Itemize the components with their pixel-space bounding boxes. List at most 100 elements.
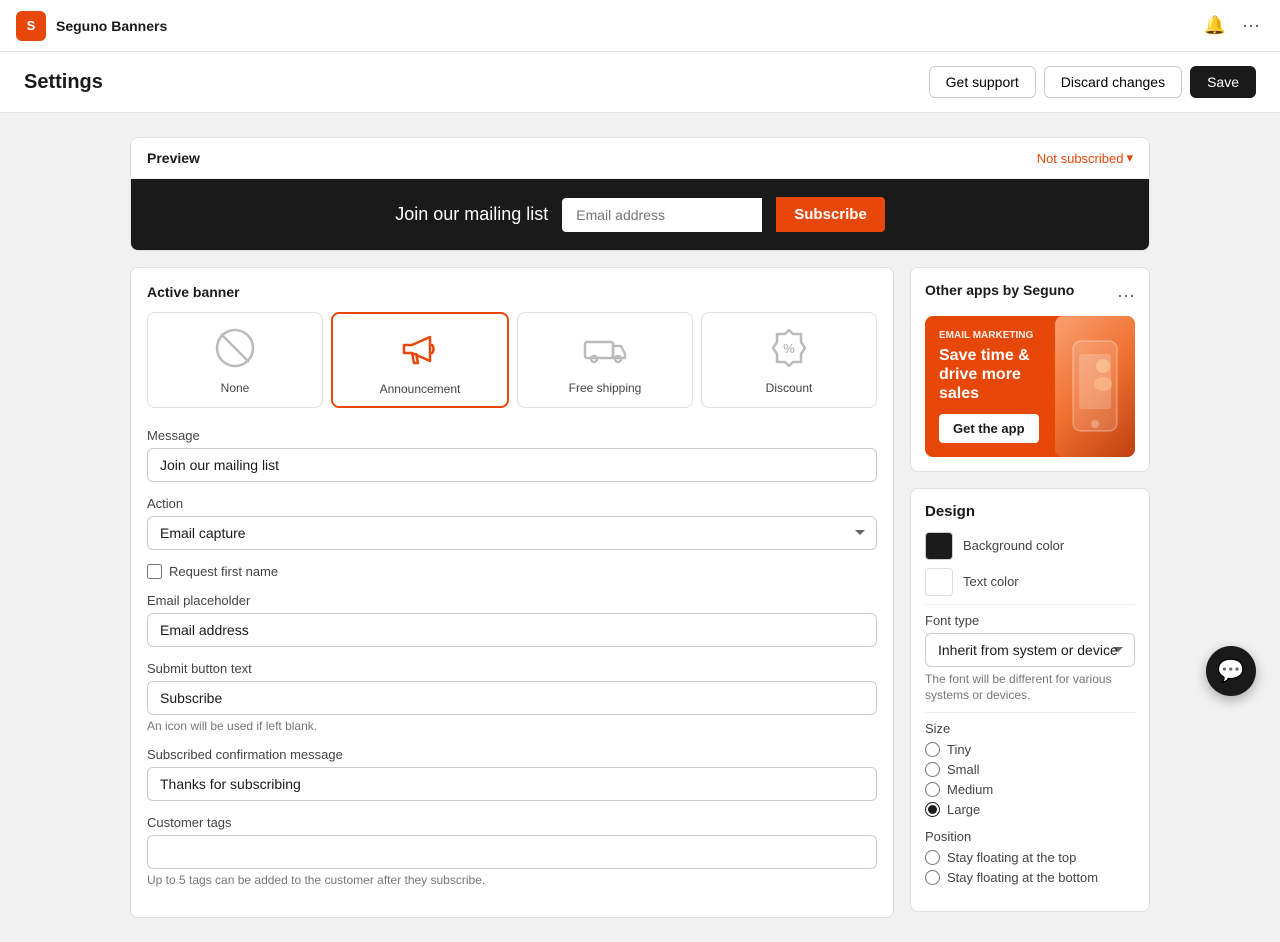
font-hint: The font will be different for various s… <box>925 671 1135 705</box>
design-divider <box>925 604 1135 605</box>
size-large-row: Large <box>925 802 1135 817</box>
header-actions: Get support Discard changes Save <box>929 66 1256 98</box>
customer-tags-label: Customer tags <box>147 815 877 830</box>
text-color-swatch[interactable] <box>925 568 953 596</box>
email-placeholder-label: Email placeholder <box>147 593 877 608</box>
font-type-label: Font type <box>925 613 1135 628</box>
free-shipping-icon <box>575 323 635 373</box>
customer-tags-input[interactable] <box>147 835 877 869</box>
size-medium-radio[interactable] <box>925 782 940 797</box>
message-group: Message <box>147 428 877 482</box>
submit-hint: An icon will be used if left blank. <box>147 719 877 733</box>
main-content: Preview Not subscribed ▾ Join our mailin… <box>0 113 1280 942</box>
size-large-label: Large <box>947 802 980 817</box>
size-medium-label: Medium <box>947 782 993 797</box>
page-title: Settings <box>24 71 103 94</box>
banner-card-discount[interactable]: % Discount <box>701 312 877 408</box>
ad-get-app-button[interactable]: Get the app <box>939 414 1039 443</box>
ad-title: Save time & drive more sales <box>939 346 1054 404</box>
free-shipping-label: Free shipping <box>569 381 642 395</box>
none-label: None <box>221 381 250 395</box>
ad-phone-mockup <box>1055 316 1135 457</box>
banner-card-none[interactable]: None <box>147 312 323 408</box>
banner-subscribe-button[interactable]: Subscribe <box>776 197 885 232</box>
request-first-name-checkbox[interactable] <box>147 564 162 579</box>
background-color-label: Background color <box>963 538 1064 553</box>
app-name: Seguno Banners <box>56 18 167 34</box>
position-bottom-label: Stay floating at the bottom <box>947 870 1098 885</box>
design-card: Design Background color Text color Font … <box>910 488 1150 913</box>
background-color-row: Background color <box>925 532 1135 560</box>
size-small-radio[interactable] <box>925 762 940 777</box>
request-first-name-row: Request first name <box>147 564 877 579</box>
banner-cards: None Announcement <box>147 312 877 408</box>
size-tiny-radio[interactable] <box>925 742 940 757</box>
other-apps-more-button[interactable]: ··· <box>1117 285 1135 306</box>
size-small-label: Small <box>947 762 980 777</box>
position-bottom-row: Stay floating at the bottom <box>925 870 1135 885</box>
svg-text:%: % <box>783 341 795 356</box>
position-bottom-radio[interactable] <box>925 870 940 885</box>
other-apps-card: Other apps by Seguno ··· EMAIL MARKETING… <box>910 267 1150 472</box>
customer-tags-hint: Up to 5 tags can be added to the custome… <box>147 873 877 887</box>
more-options-icon[interactable]: ··· <box>1238 11 1264 40</box>
message-input[interactable] <box>147 448 877 482</box>
submit-button-input[interactable] <box>147 681 877 715</box>
position-top-label: Stay floating at the top <box>947 850 1076 865</box>
email-placeholder-input[interactable] <box>147 613 877 647</box>
preview-card: Preview Not subscribed ▾ Join our mailin… <box>130 137 1150 251</box>
preview-header: Preview Not subscribed ▾ <box>131 138 1149 179</box>
customer-tags-group: Customer tags Up to 5 tags can be added … <box>147 815 877 887</box>
topnav-right: 🔔 ··· <box>1200 11 1264 40</box>
text-color-label: Text color <box>963 574 1019 589</box>
announcement-label: Announcement <box>380 382 461 396</box>
banner-email-input[interactable] <box>562 198 762 232</box>
position-label: Position <box>925 829 1135 844</box>
request-first-name-label: Request first name <box>169 564 278 579</box>
message-label: Message <box>147 428 877 443</box>
banner-card-free-shipping[interactable]: Free shipping <box>517 312 693 408</box>
position-radio-group: Stay floating at the top Stay floating a… <box>925 850 1135 885</box>
discard-changes-button[interactable]: Discard changes <box>1044 66 1182 98</box>
active-banner-title: Active banner <box>147 284 877 300</box>
size-label: Size <box>925 721 1135 736</box>
size-medium-row: Medium <box>925 782 1135 797</box>
confirmation-group: Subscribed confirmation message <box>147 747 877 801</box>
notifications-icon[interactable]: 🔔 <box>1200 11 1230 40</box>
background-color-swatch[interactable] <box>925 532 953 560</box>
get-support-button[interactable]: Get support <box>929 66 1036 98</box>
preview-banner: Join our mailing list Subscribe <box>131 179 1149 250</box>
banner-card-announcement[interactable]: Announcement <box>331 312 509 408</box>
action-group: Action Email capture <box>147 496 877 550</box>
size-tiny-label: Tiny <box>947 742 971 757</box>
announcement-icon <box>390 324 450 374</box>
save-button[interactable]: Save <box>1190 66 1256 98</box>
design-divider-2 <box>925 712 1135 713</box>
seguno-ad: EMAIL MARKETING Save time & drive more s… <box>925 316 1135 457</box>
chat-bubble[interactable]: 💬 <box>1206 646 1256 696</box>
design-card-title: Design <box>925 503 1135 520</box>
discount-label: Discount <box>766 381 813 395</box>
action-label: Action <box>147 496 877 511</box>
confirmation-input[interactable] <box>147 767 877 801</box>
submit-button-label: Submit button text <box>147 661 877 676</box>
email-placeholder-group: Email placeholder <box>147 593 877 647</box>
other-apps-header: Other apps by Seguno ··· <box>925 282 1135 308</box>
size-tiny-row: Tiny <box>925 742 1135 757</box>
position-top-radio[interactable] <box>925 850 940 865</box>
size-small-row: Small <box>925 762 1135 777</box>
banner-text: Join our mailing list <box>395 204 548 225</box>
right-panel: Other apps by Seguno ··· EMAIL MARKETING… <box>910 267 1150 918</box>
position-top-row: Stay floating at the top <box>925 850 1135 865</box>
discount-icon: % <box>759 323 819 373</box>
none-icon <box>205 323 265 373</box>
text-color-row: Text color <box>925 568 1135 596</box>
other-apps-title: Other apps by Seguno <box>925 282 1074 298</box>
not-subscribed-badge[interactable]: Not subscribed ▾ <box>1037 150 1133 166</box>
font-type-select[interactable]: Inherit from system or device <box>925 633 1135 667</box>
size-radio-group: Tiny Small Medium Large <box>925 742 1135 817</box>
submit-button-group: Submit button text An icon will be used … <box>147 661 877 733</box>
size-large-radio[interactable] <box>925 802 940 817</box>
app-icon: S <box>16 11 46 41</box>
action-select[interactable]: Email capture <box>147 516 877 550</box>
